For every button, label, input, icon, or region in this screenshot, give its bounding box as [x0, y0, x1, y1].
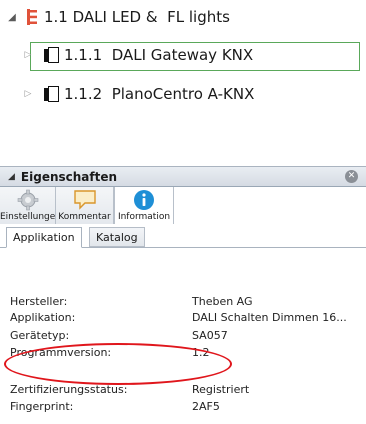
tree-item-device-1[interactable]: ▷ 1.1.1 DALI Gateway KNX	[22, 46, 254, 64]
collapse-arrow-icon[interactable]: ◢	[8, 172, 15, 182]
panel-title: Eigenschaften	[20, 169, 118, 184]
device-icon	[42, 85, 60, 103]
prop-applikation-name: Applikation:	[10, 311, 76, 324]
tab-information-label: Information	[117, 212, 171, 222]
sub-tab-strip: Applikation Katalog	[0, 225, 366, 248]
prop-geraetetyp-name: Gerätetyp:	[10, 329, 70, 342]
collapsed-arrow-icon[interactable]: ▷	[22, 89, 34, 99]
tab-einstellungen-label: Einstellungen	[0, 212, 62, 222]
tab-katalog[interactable]: Katalog	[89, 227, 145, 247]
tree-item-group[interactable]: ◢ 1.1 DALI LED & FL lights	[6, 8, 230, 26]
tool-tab-strip: Einstellungen Kommentar Information	[0, 187, 366, 224]
tree-item-device-2[interactable]: ▷ 1.1.2 PlanoCentro A-KNX	[22, 85, 255, 103]
group-address-icon	[27, 9, 37, 25]
tree-item-device-2-label: 1.1.2 PlanoCentro A-KNX	[64, 85, 255, 103]
collapsed-arrow-icon[interactable]: ▷	[22, 50, 34, 60]
tab-einstellungen[interactable]: Einstellungen	[0, 187, 62, 224]
device-icon	[42, 46, 60, 64]
comment-icon	[73, 190, 96, 210]
prop-zertifizierung-value: Registriert	[192, 383, 250, 396]
tree-item-group-label: 1.1 DALI LED & FL lights	[44, 8, 230, 26]
gear-icon	[17, 189, 38, 211]
prop-applikation-value: DALI Schalten Dimmen 16...	[192, 311, 347, 324]
prop-fingerprint-name: Fingerprint:	[10, 400, 74, 413]
prop-hersteller-name: Hersteller:	[10, 295, 68, 308]
highlight-ellipse	[4, 343, 232, 385]
prop-zertifizierung-name: Zertifizierungsstatus:	[10, 383, 128, 396]
tab-kommentar[interactable]: Kommentar	[56, 187, 114, 224]
tree-item-device-1-label: 1.1.1 DALI Gateway KNX	[64, 46, 254, 64]
prop-geraetetyp-value: SA057	[192, 329, 228, 342]
expand-arrow-icon[interactable]: ◢	[6, 12, 18, 23]
tab-kommentar-label: Kommentar	[58, 212, 111, 222]
tab-information[interactable]: Information	[114, 187, 174, 224]
prop-fingerprint-value: 2AF5	[192, 400, 220, 413]
tab-applikation[interactable]: Applikation	[6, 227, 82, 248]
prop-hersteller-value: Theben AG	[192, 295, 253, 308]
close-icon[interactable]: ✕	[345, 170, 358, 183]
properties-panel-header[interactable]: ◢ Eigenschaften ✕	[0, 166, 366, 187]
info-icon	[134, 190, 154, 210]
